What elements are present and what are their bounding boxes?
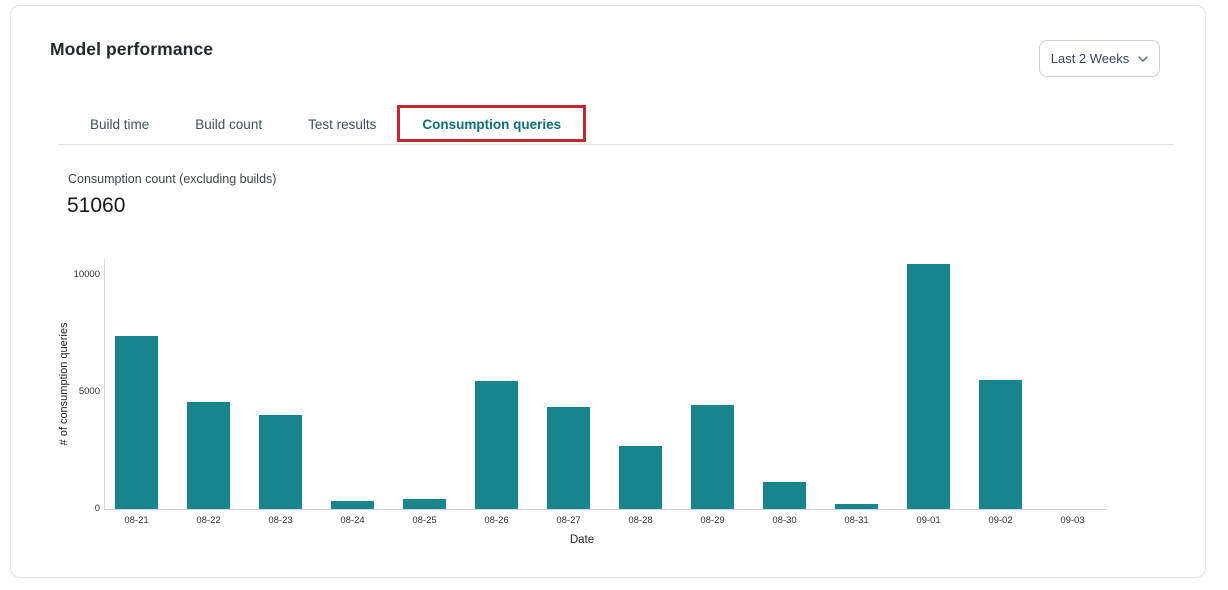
- tab-label: Test results: [308, 117, 376, 132]
- bar-08-31: [835, 504, 878, 509]
- x-tick-label: 08-31: [832, 515, 882, 526]
- bar-08-26: [475, 381, 518, 509]
- bar-08-29: [691, 405, 734, 509]
- x-tick-label: 08-21: [112, 515, 162, 526]
- chart-plot: 08-2108-2208-2308-2408-2508-2608-2708-28…: [104, 259, 1107, 510]
- x-tick-label: 08-27: [544, 515, 594, 526]
- tab-label: Build time: [90, 117, 149, 132]
- bar-08-23: [259, 415, 302, 509]
- y-tick-label: 10000: [48, 269, 100, 280]
- x-tick-label: 09-02: [976, 515, 1026, 526]
- bar-08-21: [115, 336, 158, 509]
- x-tick-label: 08-24: [328, 515, 378, 526]
- bar-09-02: [979, 380, 1022, 509]
- x-tick-label: 09-03: [1048, 515, 1098, 526]
- page-title: Model performance: [50, 39, 213, 60]
- bar-08-22: [187, 402, 230, 509]
- metric-label: Consumption count (excluding builds): [68, 172, 276, 186]
- tab-label: Consumption queries: [422, 117, 561, 132]
- y-axis-title: # of consumption queries: [58, 323, 70, 446]
- tab-bar: Build time Build count Test results Consump…: [58, 105, 1174, 145]
- y-tick-label: 5000: [48, 386, 100, 397]
- x-tick-label: 08-25: [400, 515, 450, 526]
- bar-08-24: [331, 501, 374, 509]
- x-tick-label: 08-26: [472, 515, 522, 526]
- tab-test-results[interactable]: Test results: [292, 105, 392, 144]
- bar-08-25: [403, 499, 446, 509]
- period-selector-label: Last 2 Weeks: [1051, 51, 1130, 66]
- model-performance-page: Model performance Last 2 Weeks Build tim…: [0, 0, 1228, 590]
- x-tick-label: 09-01: [904, 515, 954, 526]
- x-tick-label: 08-29: [688, 515, 738, 526]
- x-tick-label: 08-28: [616, 515, 666, 526]
- tab-label: Build count: [195, 117, 262, 132]
- x-axis-title: Date: [104, 534, 1060, 546]
- metric-value: 51060: [67, 194, 125, 218]
- chevron-down-icon: [1138, 56, 1148, 62]
- model-performance-card: Model performance Last 2 Weeks Build tim…: [10, 5, 1206, 578]
- x-tick-label: 08-22: [184, 515, 234, 526]
- bar-08-28: [619, 446, 662, 509]
- bar-09-01: [907, 264, 950, 509]
- bar-08-30: [763, 482, 806, 509]
- period-selector-dropdown[interactable]: Last 2 Weeks: [1039, 40, 1160, 77]
- tab-consumption-queries[interactable]: Consumption queries: [406, 105, 577, 144]
- x-tick-label: 08-23: [256, 515, 306, 526]
- x-tick-label: 08-30: [760, 515, 810, 526]
- tab-build-time[interactable]: Build time: [74, 105, 165, 144]
- tab-build-count[interactable]: Build count: [179, 105, 278, 144]
- bar-08-27: [547, 407, 590, 509]
- y-tick-label: 0: [48, 503, 100, 514]
